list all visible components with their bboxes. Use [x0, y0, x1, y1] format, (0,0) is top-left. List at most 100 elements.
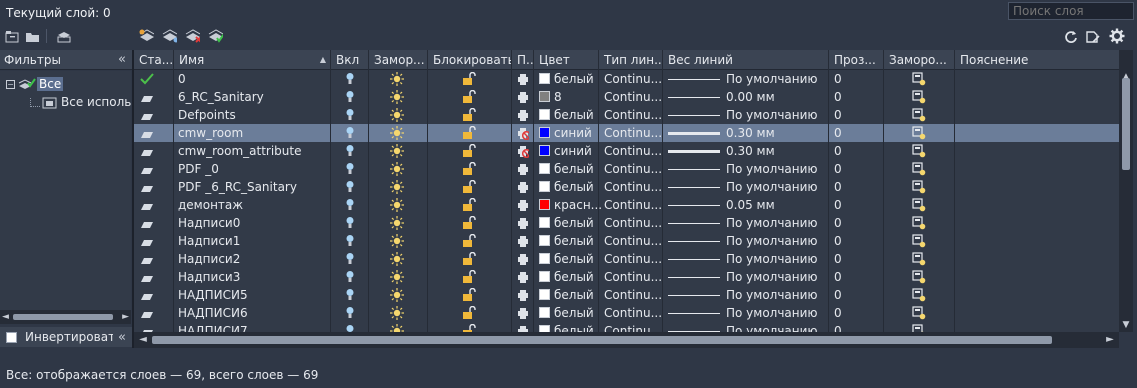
unlocked-padlock-icon[interactable]: [462, 324, 476, 332]
layer-status-icon[interactable]: [140, 131, 154, 139]
lineweight-cell[interactable]: По умолчанию: [668, 232, 818, 250]
new-layer-icon[interactable]: [138, 28, 154, 44]
invert-filter-checkbox[interactable]: [6, 331, 17, 343]
transparency-cell[interactable]: 0: [834, 178, 842, 196]
thaw-sun-icon[interactable]: [390, 324, 404, 332]
layer-status-icon[interactable]: [140, 293, 154, 301]
lineweight-cell[interactable]: 0.30 мм: [668, 142, 775, 160]
color-cell[interactable]: белый: [539, 304, 594, 322]
color-cell[interactable]: белый: [539, 178, 594, 196]
transparency-cell[interactable]: 0: [834, 232, 842, 250]
col-linetype[interactable]: Тип лин...: [599, 50, 663, 70]
col-transparency[interactable]: Проз...: [829, 50, 884, 70]
layer-status-icon[interactable]: [140, 203, 154, 211]
layer-name[interactable]: PDF _0: [178, 160, 219, 178]
linetype-cell[interactable]: Continu...: [604, 160, 662, 178]
transparency-cell[interactable]: 0: [834, 70, 842, 88]
new-layer-vp-frozen-icon[interactable]: [161, 28, 177, 44]
linetype-cell[interactable]: Continu...: [604, 268, 662, 286]
layer-status-icon[interactable]: [140, 311, 154, 319]
color-cell[interactable]: белый: [539, 250, 594, 268]
layer-status-icon[interactable]: [140, 149, 154, 157]
scroll-left-icon[interactable]: ◄: [2, 310, 9, 324]
layer-row[interactable]: НАДПИСИ7 белый Continu... По умолчанию 0: [134, 322, 1119, 332]
layer-status-icon[interactable]: [140, 221, 154, 229]
lineweight-cell[interactable]: 0.30 мм: [668, 124, 775, 142]
tree-collapse-icon[interactable]: −: [6, 79, 15, 89]
layer-row[interactable]: Defpoints белый Continu... По умолчанию …: [134, 106, 1119, 124]
linetype-cell[interactable]: Continu...: [604, 142, 662, 160]
layer-name[interactable]: 6_RC_Sanitary: [178, 88, 264, 106]
gear-icon[interactable]: [1109, 28, 1125, 44]
lineweight-cell[interactable]: По умолчанию: [668, 250, 818, 268]
col-on[interactable]: Вкл: [331, 50, 369, 70]
lineweight-cell[interactable]: По умолчанию: [668, 70, 818, 88]
tree-node-all[interactable]: − Все: [6, 77, 64, 91]
layer-name[interactable]: НАДПИСИ5: [178, 286, 248, 304]
layer-status-icon[interactable]: [140, 275, 154, 283]
col-status[interactable]: Ста...: [134, 50, 174, 70]
layer-status-icon[interactable]: [140, 113, 154, 121]
invert-filter-label[interactable]: Инвертировать фильтр: [25, 330, 113, 344]
tree-node-all-used[interactable]: Все используемые слои: [30, 95, 131, 109]
layer-row[interactable]: cmw_room синий Continu... 0.30 мм 0: [134, 124, 1119, 142]
col-new-vp-freeze[interactable]: Заморо...: [884, 50, 955, 70]
linetype-cell[interactable]: Continu...: [604, 232, 662, 250]
layer-status-icon[interactable]: [140, 257, 154, 265]
lineweight-cell[interactable]: По умолчанию: [668, 106, 818, 124]
lineweight-cell[interactable]: По умолчанию: [668, 214, 818, 232]
color-cell[interactable]: белый: [539, 106, 594, 124]
layer-name[interactable]: Надписи0: [178, 214, 240, 232]
layer-name[interactable]: PDF _6_RC_Sanitary: [178, 178, 297, 196]
color-cell[interactable]: белый: [539, 160, 594, 178]
linetype-cell[interactable]: Continu...: [604, 214, 662, 232]
layer-row[interactable]: 6_RC_Sanitary 8 Continu... 0.00 мм 0: [134, 88, 1119, 106]
transparency-cell[interactable]: 0: [834, 196, 842, 214]
layer-name[interactable]: Надписи2: [178, 250, 240, 268]
layer-name[interactable]: Надписи1: [178, 232, 240, 250]
search-layer-input[interactable]: [1008, 2, 1134, 20]
lineweight-cell[interactable]: По умолчанию: [668, 268, 818, 286]
layer-states-manager-icon[interactable]: [55, 28, 71, 44]
transparency-cell[interactable]: 0: [834, 286, 842, 304]
grid-hscroll-thumb[interactable]: [152, 336, 1052, 344]
layer-row[interactable]: НАДПИСИ6 белый Continu... По умолчанию 0: [134, 304, 1119, 322]
linetype-cell[interactable]: Continu...: [604, 88, 662, 106]
layer-row[interactable]: Надписи0 белый Continu... По умолчанию 0: [134, 214, 1119, 232]
col-freeze[interactable]: Замор...: [369, 50, 428, 70]
layer-name[interactable]: cmw_room: [178, 124, 243, 142]
set-current-icon[interactable]: [207, 28, 223, 44]
delete-layer-icon[interactable]: [184, 28, 200, 44]
layer-status-icon[interactable]: [140, 95, 154, 103]
color-cell[interactable]: красн...: [539, 196, 602, 214]
color-cell[interactable]: белый: [539, 322, 594, 332]
layer-name[interactable]: 0: [178, 70, 186, 88]
layer-row[interactable]: Надписи2 белый Continu... По умолчанию 0: [134, 250, 1119, 268]
layer-name[interactable]: Defpoints: [178, 106, 236, 124]
grid-vscroll-thumb[interactable]: [1122, 78, 1130, 170]
layer-row[interactable]: 0 белый Continu... По умолчанию 0: [134, 70, 1119, 88]
layer-status-icon[interactable]: [140, 239, 154, 247]
scroll-right-icon[interactable]: ►: [122, 310, 129, 324]
transparency-cell[interactable]: 0: [834, 160, 842, 178]
layer-name[interactable]: Надписи3: [178, 268, 240, 286]
transparency-cell[interactable]: 0: [834, 214, 842, 232]
linetype-cell[interactable]: Continu...: [604, 250, 662, 268]
layer-name[interactable]: НАДПИСИ7: [178, 322, 248, 332]
collapse-panel-icon[interactable]: «: [118, 330, 126, 345]
layer-status-icon[interactable]: [140, 185, 154, 193]
color-cell[interactable]: белый: [539, 70, 594, 88]
color-cell[interactable]: белый: [539, 232, 594, 250]
linetype-cell[interactable]: Continu...: [604, 178, 662, 196]
layer-on-icon[interactable]: [345, 324, 355, 332]
lineweight-cell[interactable]: По умолчанию: [668, 178, 818, 196]
lineweight-cell[interactable]: 0.00 мм: [668, 88, 775, 106]
col-lineweight[interactable]: Вес линий: [663, 50, 829, 70]
lineweight-cell[interactable]: 0.05 мм: [668, 196, 775, 214]
color-cell[interactable]: синий: [539, 124, 592, 142]
filter-tree-hscrollbar[interactable]: ◄ ►: [0, 310, 131, 324]
refresh-icon[interactable]: [1063, 29, 1079, 45]
layer-row[interactable]: PDF _0 белый Continu... По умолчанию 0: [134, 160, 1119, 178]
tree-label-all-used[interactable]: Все используемые слои: [61, 95, 131, 109]
linetype-cell[interactable]: Continu...: [604, 106, 662, 124]
